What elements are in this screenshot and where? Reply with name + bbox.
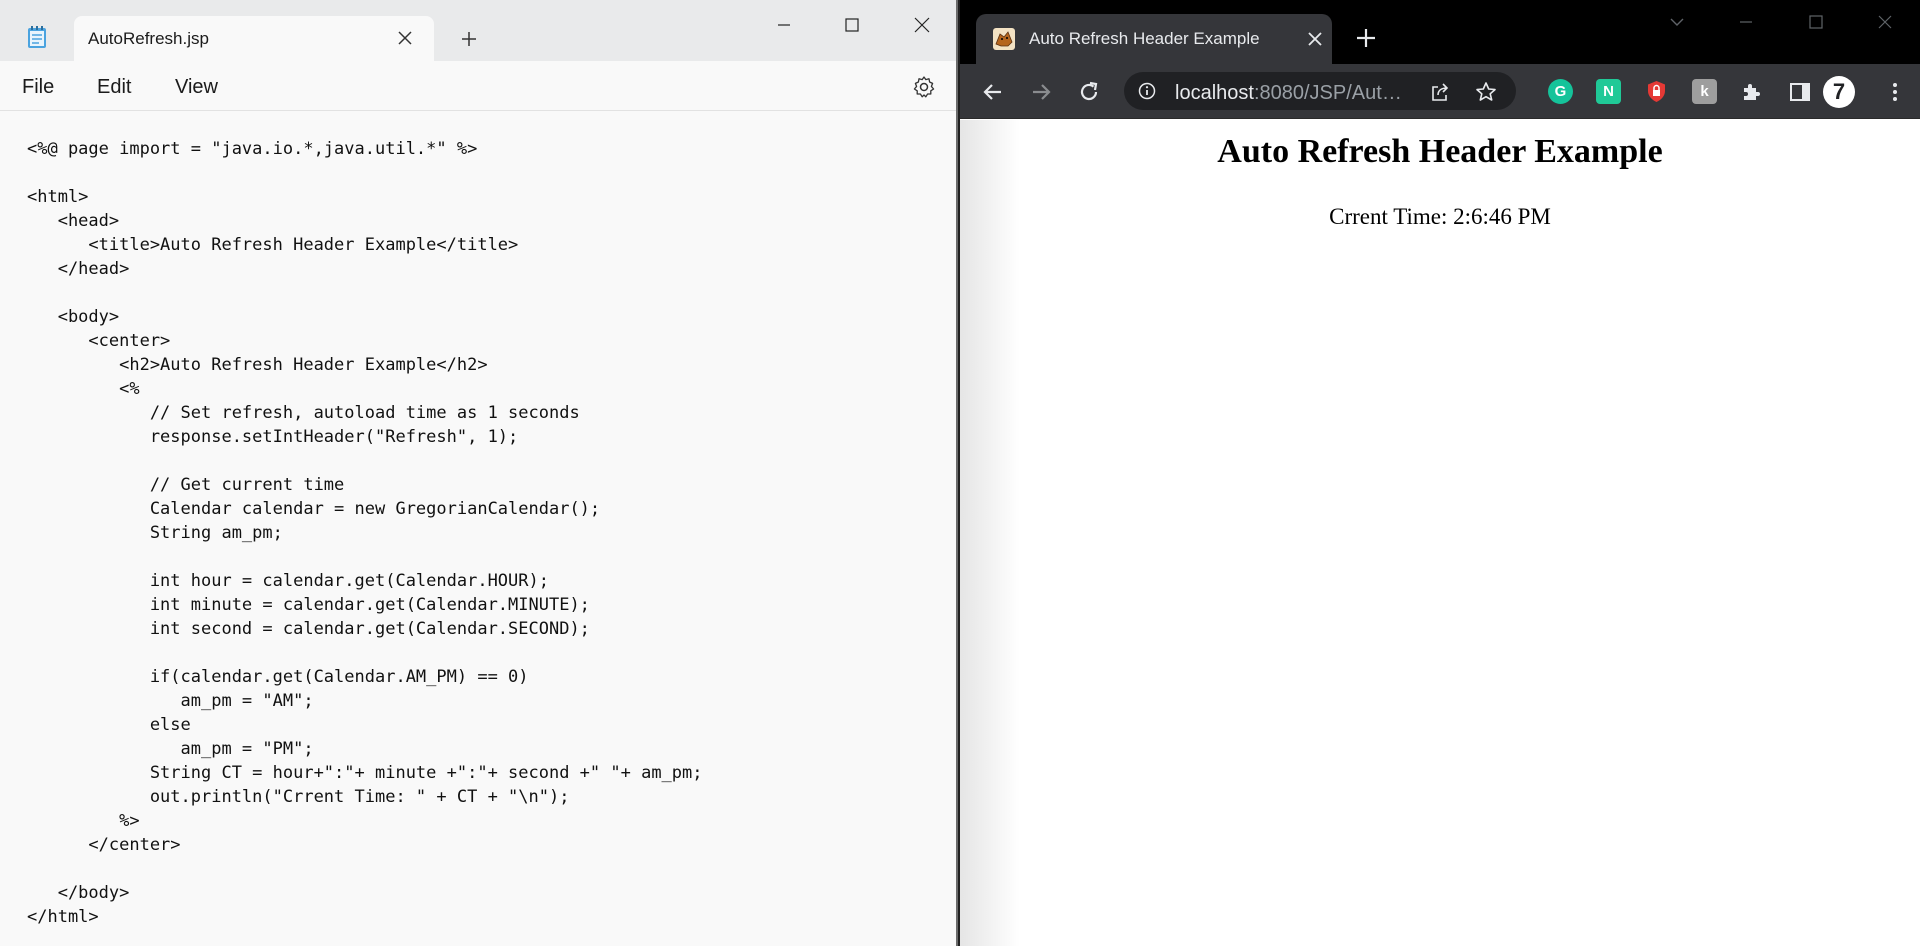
page-heading: Auto Refresh Header Example	[1217, 133, 1663, 170]
browser-menu-button[interactable]	[1882, 79, 1907, 104]
star-icon[interactable]	[1475, 81, 1497, 103]
puzzle-icon	[1743, 83, 1760, 100]
side-panel-icon	[1789, 82, 1810, 101]
more-vertical-icon	[1892, 82, 1897, 101]
address-url: localhost:8080/JSP/AutoRefresh.jsp	[1175, 82, 1407, 105]
notepad-window: AutoRefresh.jsp File Edit View <%@ page …	[0, 0, 958, 946]
menu-file[interactable]: File	[22, 76, 54, 99]
notepad-editor[interactable]: <%@ page import = "java.io.*,java.util.*…	[0, 112, 956, 946]
browser-window: Auto Refresh Header Example localhost:80…	[960, 0, 1920, 946]
close-icon[interactable]	[1307, 31, 1323, 47]
address-bar[interactable]: localhost:8080/JSP/AutoRefresh.jsp	[1124, 72, 1516, 110]
close-icon[interactable]	[1875, 12, 1895, 32]
code-text: <%@ page import = "java.io.*,java.util.*…	[27, 139, 703, 927]
chevron-down-icon[interactable]	[1667, 12, 1687, 32]
gear-icon[interactable]	[912, 75, 936, 99]
grammarly-extension-icon[interactable]: G	[1548, 79, 1573, 104]
reload-icon[interactable]	[1076, 79, 1102, 105]
k-extension-icon[interactable]: k	[1692, 79, 1717, 104]
share-icon[interactable]	[1429, 81, 1451, 103]
notepad-tab-title: AutoRefresh.jsp	[88, 29, 209, 48]
notepad-tab-bar: AutoRefresh.jsp	[0, 0, 956, 61]
browser-toolbar: localhost:8080/JSP/AutoRefresh.jsp G N k	[960, 64, 1920, 119]
profile-avatar[interactable]: 7	[1823, 76, 1855, 108]
notepad-menu-bar: File Edit View	[0, 61, 956, 111]
menu-edit[interactable]: Edit	[97, 76, 131, 99]
new-tab-icon[interactable]	[458, 28, 480, 50]
new-tab-icon[interactable]	[1355, 27, 1377, 49]
minimize-icon[interactable]	[1736, 12, 1756, 32]
shield-icon	[1648, 81, 1665, 102]
extensions-button[interactable]	[1739, 79, 1764, 104]
maximize-icon[interactable]	[1806, 12, 1826, 32]
shield-lock-extension-icon[interactable]	[1644, 79, 1669, 104]
notepad-tab[interactable]: AutoRefresh.jsp	[74, 16, 434, 61]
minimize-button[interactable]	[762, 10, 806, 40]
info-icon[interactable]	[1138, 82, 1156, 100]
close-icon	[914, 17, 930, 33]
maximize-icon	[845, 18, 859, 32]
window-close-button[interactable]	[900, 10, 944, 40]
current-time-text: Crrent Time: 2:6:46 PM	[1329, 204, 1551, 229]
maximize-button[interactable]	[830, 10, 874, 40]
minimize-icon	[778, 24, 790, 26]
back-arrow-icon[interactable]	[980, 79, 1006, 105]
page-viewport: Auto Refresh Header Example Crrent Time:…	[960, 120, 1920, 946]
notion-extension-icon[interactable]: N	[1596, 79, 1621, 104]
close-icon[interactable]	[396, 29, 414, 47]
browser-tab-title: Auto Refresh Header Example	[1029, 29, 1260, 48]
side-panel-button[interactable]	[1787, 79, 1812, 104]
url-path: :8080/JSP/AutoRefresh.jsp	[1253, 82, 1407, 104]
url-host: localhost	[1175, 82, 1254, 104]
tomcat-favicon-icon	[993, 28, 1015, 50]
menu-view[interactable]: View	[175, 76, 218, 99]
forward-arrow-icon[interactable]	[1028, 79, 1054, 105]
browser-tab-strip: Auto Refresh Header Example	[960, 0, 1920, 64]
browser-tab[interactable]: Auto Refresh Header Example	[976, 14, 1332, 64]
notepad-app-icon	[28, 26, 46, 48]
